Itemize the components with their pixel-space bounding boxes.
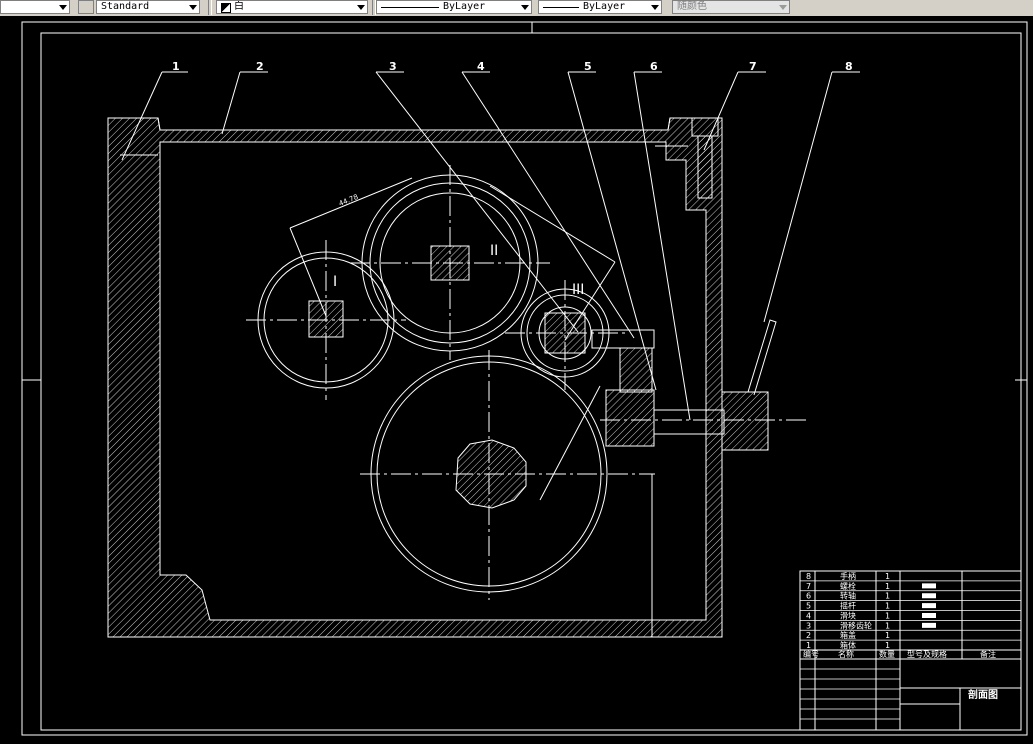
bom-header-name: 名称 [838,649,854,659]
large-gear [360,350,655,600]
line-sample-icon [381,7,439,8]
bom-cell-name: 摇杆 [840,601,856,611]
bom-cell-qty: 1 [885,602,890,611]
balloon-2: 2 [256,60,264,73]
toolbar-separator [208,0,212,15]
bom-header-remark: 备注 [980,649,996,659]
bom-cell-name: 螺栓 [840,581,856,591]
balloon-8: 8 [845,60,853,73]
color-dropdown[interactable]: 白 [216,0,368,14]
linetype-dropdown[interactable]: ByLayer [376,0,532,14]
properties-toolbar: Standard 白 ByLayer ByLayer 随颜色 [0,0,1033,17]
bom-cell-name: 滑块 [840,610,856,620]
balloon-3: 3 [389,60,397,73]
bom-spec-mark [922,613,936,618]
chevron-down-icon [189,5,197,10]
lineweight-value: ByLayer [583,1,626,12]
bom-header-no: 编号 [803,649,819,659]
color-value: 白 [234,1,244,12]
linetype-value: ByLayer [443,1,486,12]
dimension-lines [289,177,653,637]
bom-cell-qty: 1 [885,611,890,620]
bom-cell-no: 6 [806,592,811,601]
plot-style-value: 随颜色 [677,1,707,12]
chevron-down-icon [779,5,787,10]
bom-cell-no: 8 [806,572,811,581]
line-sample-icon [543,7,579,8]
text-style-dropdown[interactable]: Standard [96,0,200,14]
bom-cell-qty: 1 [885,582,890,591]
shaft-label-2: II [490,243,498,259]
chevron-down-icon [521,5,529,10]
bom-spec-marks [922,583,936,628]
bom-spec-mark [922,603,936,609]
shift-linkage [591,319,810,451]
bom-cell-no: 4 [806,611,811,620]
gear-shaft-1 [246,240,406,400]
shaft-label-1: I [333,274,337,290]
shaft-label-3: III [572,282,584,298]
balloon-6: 6 [650,60,658,73]
balloon-4: 4 [477,60,485,73]
balloon-1: 1 [172,60,180,73]
bom-cell-name: 手柄 [840,571,856,581]
lineweight-dropdown[interactable]: ByLayer [538,0,662,14]
balloon-5: 5 [584,60,592,73]
bom-spec-mark [922,583,936,589]
bom-cell-no: 7 [806,582,811,591]
bom-spec-mark [922,593,936,599]
bom-cell-qty: 1 [885,631,890,640]
chevron-down-icon [357,5,365,10]
bom-header-spec: 型号及规格 [907,649,947,659]
bom-cell-no: 3 [806,621,811,630]
gear-shaft-2 [350,165,550,360]
layer-dropdown[interactable] [0,0,70,14]
bom-cell-qty: 1 [885,592,890,601]
center-marks [22,22,1027,381]
bom-cell-qty: 1 [885,572,890,581]
chevron-down-icon [59,5,67,10]
text-style-value: Standard [101,1,150,12]
bom-cell-name: 滑移齿轮 [840,620,872,630]
bom-cell-qty: 1 [885,641,890,650]
bom-header-qty: 数量 [879,649,895,659]
bom-cell-no: 2 [806,631,811,640]
text-style-icon[interactable] [78,0,94,14]
bom-cell-name: 箱体 [840,640,856,650]
bom-cell-qty: 1 [885,621,890,630]
balloon-7: 7 [749,60,757,73]
dimension-text: 44.78 [338,193,360,208]
bom-spec-mark [922,622,936,628]
bom-cell-no: 1 [806,641,811,650]
bom-cell-name: 箱盖 [840,630,856,640]
bom-cell-name: 转轴 [840,591,856,601]
drawing-title: 剖面图 [968,688,998,701]
drawing-svg: 1 2 3 4 5 6 7 8 I II III 44.78 8 手柄 1 7 螺栓 1 6… [21,21,1028,736]
drawing-canvas[interactable]: 1 2 3 4 5 6 7 8 I II III 44.78 8 手柄 1 7 螺栓 1 6… [0,16,1033,739]
bom-cell-no: 5 [806,602,811,611]
plot-style-dropdown[interactable]: 随颜色 [672,0,790,14]
chevron-down-icon [651,5,659,10]
color-swatch-icon [221,3,231,13]
